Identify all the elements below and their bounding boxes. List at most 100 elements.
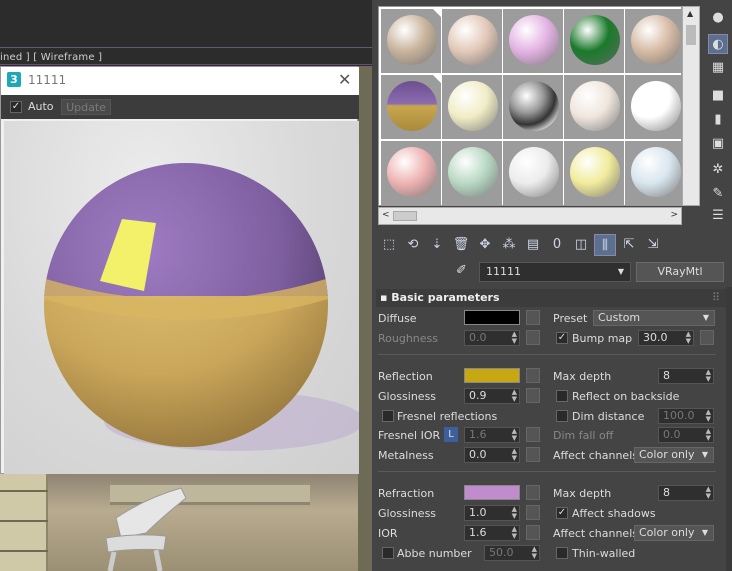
affect-channels-value: Color only (639, 448, 695, 461)
ior-spinner[interactable]: 1.6 ▲ ▼ (464, 525, 520, 541)
show-end-result-icon[interactable]: ⫼ (594, 234, 616, 256)
reflection-swatch[interactable] (464, 368, 520, 383)
go-forward-icon[interactable]: ⇲ (642, 234, 664, 256)
spinner-arrows-icon: ▲ ▼ (511, 330, 517, 345)
put-to-scene-icon[interactable]: ⟲ (402, 234, 424, 256)
diffuse-swatch[interactable] (464, 310, 520, 325)
roughness-value: 0.0 (469, 331, 487, 344)
arrow-up-icon[interactable]: ▲ (687, 9, 693, 18)
assign-to-selection-icon[interactable]: ⇣ (426, 234, 448, 256)
list-icon[interactable]: ☰ (708, 206, 728, 226)
abbe-number-spinner[interactable]: 50.0 ▲ ▼ (484, 545, 540, 561)
material-slot[interactable] (503, 141, 563, 205)
material-slot[interactable] (625, 75, 685, 139)
make-copy-icon[interactable]: ✥ (474, 234, 496, 256)
square-icon[interactable]: ■ (708, 86, 728, 106)
go-to-parent-icon[interactable]: ⇱ (618, 234, 640, 256)
material-slot[interactable] (625, 9, 685, 73)
material-slot[interactable] (379, 73, 443, 141)
dim-distance-spinner[interactable]: 100.0 ▲ ▼ (658, 408, 714, 424)
glossiness-map-button[interactable] (526, 388, 540, 403)
auto-label: Auto (28, 100, 54, 113)
make-unique-icon[interactable]: ⁂ (498, 234, 520, 256)
thin-walled-checkbox[interactable] (556, 547, 568, 559)
ior-map-button[interactable] (526, 525, 540, 540)
refraction-glossiness-spinner[interactable]: 1.0 ▲ ▼ (464, 505, 520, 521)
material-slot[interactable] (442, 75, 502, 139)
material-id-icon[interactable]: 0 (546, 234, 568, 256)
fresnel-ior-lock-button[interactable]: L (444, 427, 458, 442)
diffuse-map-button[interactable] (526, 310, 540, 325)
sphere-icon[interactable]: ● (708, 8, 728, 28)
fresnel-ior-map-button[interactable] (526, 427, 540, 442)
delete-icon[interactable]: 🗑 (450, 234, 472, 256)
rollout-scrollbar[interactable] (726, 287, 732, 571)
glossiness-spinner[interactable]: 0.9 ▲ ▼ (464, 388, 520, 404)
material-name-field[interactable]: 11111 ▼ (479, 262, 631, 282)
bump-map-spinner[interactable]: 30.0 ▲ ▼ (638, 330, 694, 346)
dim-falloff-label: Dim fall off (553, 429, 614, 442)
material-slot[interactable] (564, 141, 624, 205)
dim-distance-checkbox[interactable] (556, 410, 568, 422)
options-icon[interactable]: ✲ (708, 160, 728, 180)
rollout-header[interactable]: ▪ Basic parameters ⠿ (376, 289, 726, 307)
refraction-map-button[interactable] (526, 485, 540, 500)
material-slot[interactable] (564, 75, 624, 139)
material-slot[interactable] (625, 141, 685, 205)
material-slot[interactable] (564, 9, 624, 73)
fresnel-ior-spinner[interactable]: 1.6 ▲ ▼ (464, 427, 520, 443)
reflection-map-button[interactable] (526, 368, 540, 383)
max-depth-spinner[interactable]: 8 ▲ ▼ (658, 368, 714, 384)
spinner-arrows-icon: ▲ ▼ (511, 525, 517, 540)
refraction-swatch[interactable] (464, 485, 520, 500)
backlight-icon[interactable]: ◐ (708, 34, 728, 54)
metalness-map-button[interactable] (526, 447, 540, 462)
material-sphere (631, 147, 681, 197)
render-window-titlebar[interactable]: 3 11111 ✕ (1, 67, 359, 95)
material-slot[interactable] (442, 141, 502, 205)
get-material-icon[interactable]: ⬚ (378, 234, 400, 256)
bump-map-checkbox[interactable]: ✓ (556, 332, 568, 344)
refraction-affect-channels-value: Color only (639, 526, 695, 539)
pick-icon[interactable]: ✎ (708, 184, 728, 204)
checker-icon[interactable]: ▦ (708, 58, 728, 78)
eyedropper-icon[interactable]: ✐ (456, 263, 467, 278)
material-slot[interactable] (381, 9, 441, 73)
abbe-number-checkbox[interactable] (382, 547, 394, 559)
slots-horizontal-scrollbar[interactable]: < > (378, 207, 682, 225)
affect-channels-dropdown[interactable]: Color only ▼ (634, 447, 714, 463)
roughness-spinner[interactable]: 0.0 ▲ ▼ (464, 330, 520, 346)
preset-dropdown[interactable]: Custom ▼ (593, 310, 715, 326)
check-icon: ✓ (10, 100, 22, 113)
material-slot[interactable] (503, 75, 563, 139)
scroll-thumb[interactable] (686, 25, 696, 45)
arrow-left-icon[interactable]: < (382, 210, 390, 220)
color-bars-icon[interactable]: ▮ (708, 110, 728, 130)
fresnel-checkbox[interactable] (382, 410, 394, 422)
affect-shadows-checkbox[interactable]: ✓ (556, 507, 568, 519)
refraction-glossiness-map-button[interactable] (526, 505, 540, 520)
material-slot[interactable] (442, 9, 502, 73)
material-slot[interactable] (503, 9, 563, 73)
close-icon[interactable]: ✕ (338, 70, 351, 89)
roughness-map-button[interactable] (526, 330, 540, 345)
bump-map-button[interactable] (700, 330, 714, 345)
refraction-affect-channels-dropdown[interactable]: Color only ▼ (634, 525, 714, 541)
scroll-thumb[interactable] (393, 211, 417, 221)
material-sphere (509, 81, 559, 131)
metalness-spinner[interactable]: 0.0 ▲ ▼ (464, 447, 520, 463)
arrow-right-icon[interactable]: > (670, 210, 678, 220)
dim-falloff-spinner[interactable]: 0.0 ▲ ▼ (658, 427, 714, 443)
auto-checkbox[interactable]: ✓ Auto (4, 100, 54, 113)
grip-icon: ⠿ (711, 291, 720, 304)
reflect-backside-checkbox[interactable] (556, 390, 568, 402)
material-slot[interactable] (381, 141, 441, 205)
material-editor: ▲ < > ● ◐ ▦ ■ ▮ ▣ ✲ ✎ ☰ ⬚ ⟲ ⇣ 🗑 ✥ ⁂ ▤ 0 … (372, 0, 732, 571)
refraction-max-depth-spinner[interactable]: 8 ▲ ▼ (658, 485, 714, 501)
save-icon[interactable]: ▤ (522, 234, 544, 256)
material-type-button[interactable]: VRayMtl (636, 262, 724, 282)
update-button[interactable]: Update (61, 99, 111, 115)
show-map-icon[interactable]: ◫ (570, 234, 592, 256)
slots-vertical-scrollbar[interactable]: ▲ (682, 6, 700, 206)
video-check-icon[interactable]: ▣ (708, 134, 728, 154)
